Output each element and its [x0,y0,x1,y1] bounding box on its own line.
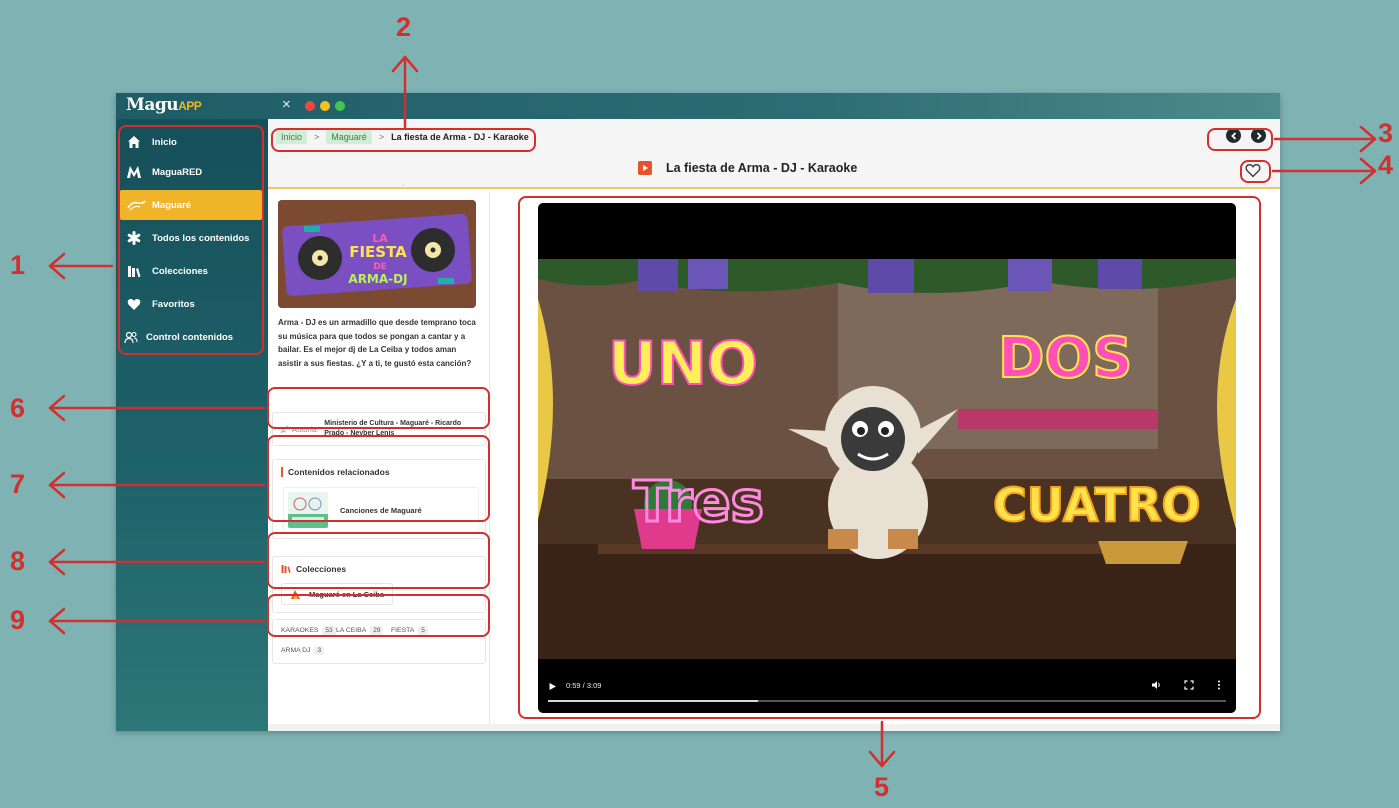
annotation-number: 4 [1378,150,1394,180]
annotation-number: 5 [874,772,890,802]
annotation-number: 8 [10,546,26,576]
annotation-arrows [48,55,1377,768]
annotation-number: 7 [10,469,26,499]
annotation-number: 9 [10,605,26,635]
annotation-number: 3 [1378,118,1394,148]
annotation-number: 2 [396,12,412,42]
annotation-number: 1 [10,250,26,280]
annotation-number: 6 [10,393,26,423]
